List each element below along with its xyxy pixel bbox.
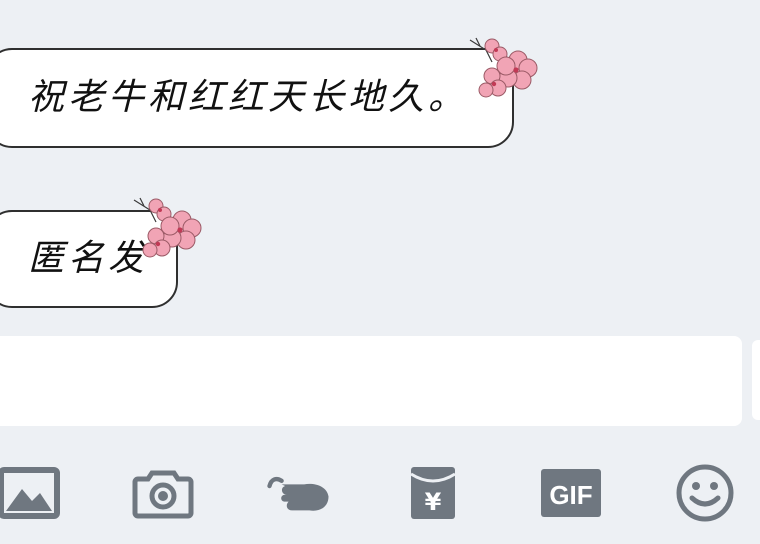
emoji-icon	[676, 464, 734, 522]
send-area-edge[interactable]	[752, 340, 760, 420]
message-bubble[interactable]: 祝老牛和红红天长地久。	[0, 48, 514, 148]
image-icon	[0, 467, 60, 519]
gif-button[interactable]: GIF	[538, 460, 604, 526]
message-bubble[interactable]: 匿名发	[0, 210, 178, 308]
message-input[interactable]	[0, 336, 742, 426]
message-text: 匿名发	[28, 238, 149, 279]
camera-icon	[132, 470, 194, 519]
currency-glyph: ¥	[425, 488, 442, 516]
gif-icon: GIF	[541, 469, 601, 517]
image-button[interactable]	[0, 460, 62, 526]
gif-label: GIF	[549, 480, 592, 510]
poke-button[interactable]	[266, 460, 332, 526]
red-packet-icon: ¥	[410, 467, 456, 519]
poke-icon	[267, 476, 329, 511]
red-packet-button[interactable]: ¥	[400, 460, 466, 526]
message-text: 祝老牛和红红天长地久。	[28, 77, 469, 118]
camera-button[interactable]	[130, 460, 196, 526]
emoji-button[interactable]	[672, 460, 738, 526]
